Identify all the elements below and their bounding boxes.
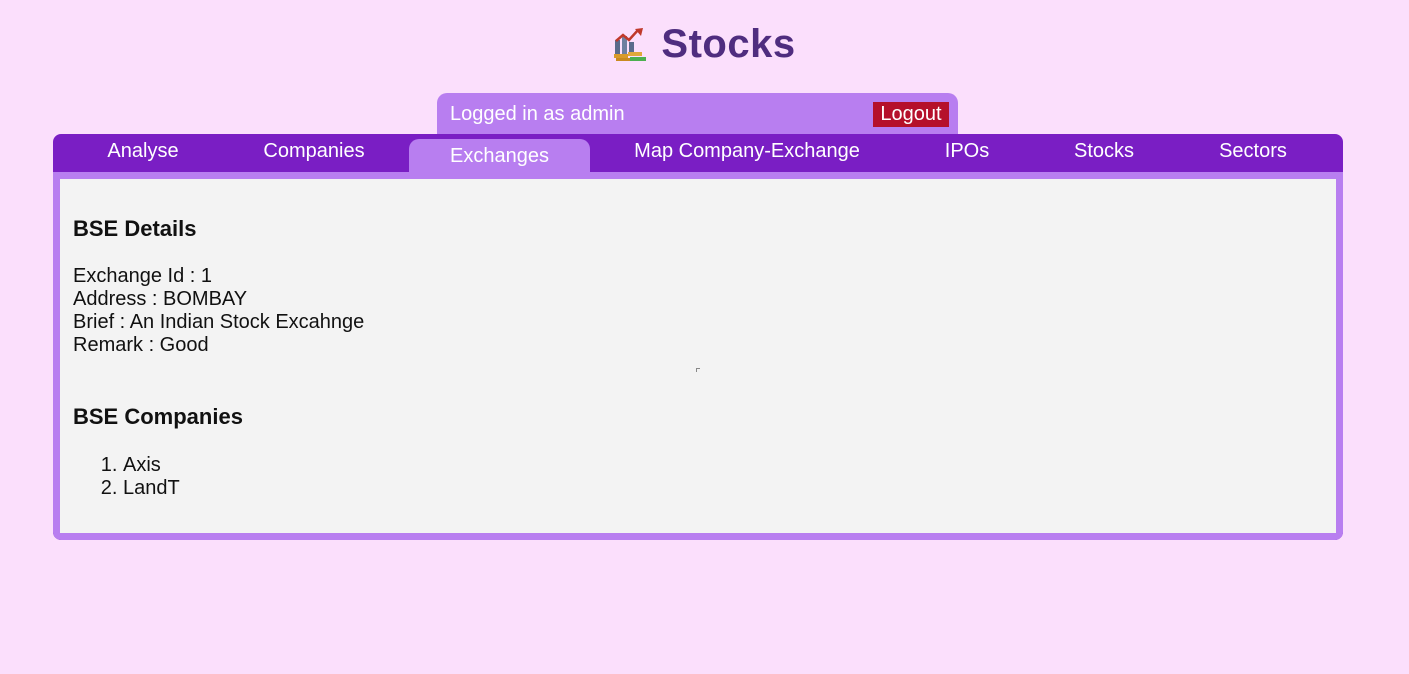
tab-ipos[interactable]: IPOs [945, 140, 989, 163]
tab-map-company-exchange[interactable]: Map Company-Exchange [634, 140, 860, 163]
stock-chart-icon [613, 26, 649, 62]
main-panel: Analyse Companies Exchanges Map Company-… [53, 134, 1343, 540]
tab-companies[interactable]: Companies [263, 140, 364, 163]
tab-bar: Analyse Companies Exchanges Map Company-… [53, 134, 1343, 174]
logout-button[interactable]: Logout [873, 102, 949, 127]
exchange-content: BSE Details Exchange Id : 1 Address : BO… [60, 179, 1336, 533]
exchange-address: Address : BOMBAY [73, 288, 248, 310]
exchange-details: Exchange Id : 1 Address : BOMBAY Brief :… [73, 265, 364, 357]
list-item: LandT [123, 477, 180, 500]
companies-heading: BSE Companies [73, 404, 243, 429]
details-heading: BSE Details [73, 216, 197, 241]
tab-sectors[interactable]: Sectors [1219, 140, 1287, 163]
exchange-id: Exchange Id : 1 [73, 265, 212, 287]
companies-list: Axis LandT [73, 454, 180, 500]
app-header: Stocks [0, 18, 1409, 70]
content-frame: BSE Details Exchange Id : 1 Address : BO… [53, 172, 1343, 540]
list-item: Axis [123, 454, 180, 477]
tab-stocks[interactable]: Stocks [1074, 140, 1134, 163]
loading-indicator [696, 368, 700, 372]
exchange-brief: Brief : An Indian Stock Excahnge [73, 311, 365, 333]
tab-exchanges[interactable]: Exchanges [409, 139, 590, 173]
app-title: Stocks [661, 21, 796, 66]
tab-analyse[interactable]: Analyse [107, 140, 178, 163]
logged-in-label: Logged in as admin [450, 103, 625, 125]
user-bar: Logged in as admin Logout [437, 93, 958, 134]
exchange-remark: Remark : Good [73, 334, 209, 356]
